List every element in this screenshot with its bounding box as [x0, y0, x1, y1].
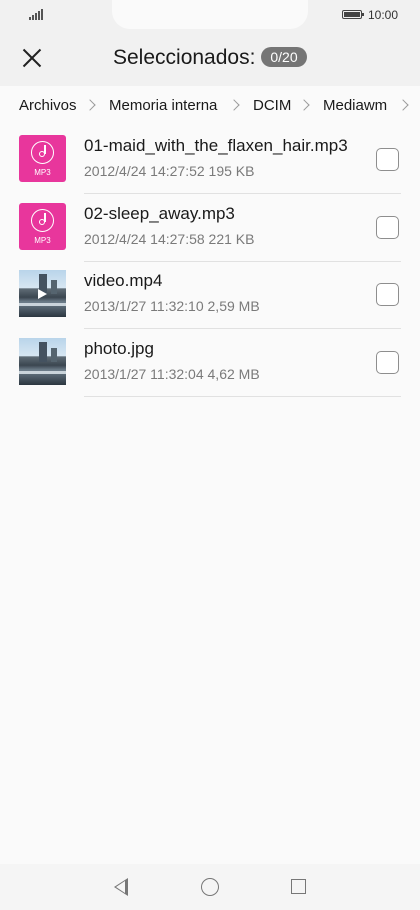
music-file-icon: MP3 [19, 135, 66, 182]
image-thumbnail [19, 338, 66, 385]
chevron-right-icon [397, 99, 409, 111]
file-meta: 2013/1/27 11:32:10 2,59 MB [84, 298, 260, 314]
divider [84, 396, 401, 397]
breadcrumb-item-archivos[interactable]: Archivos [19, 97, 77, 114]
file-row[interactable]: MP3 01-maid_with_the_flaxen_hair.mp3 201… [0, 135, 420, 203]
battery-icon [342, 10, 364, 19]
close-icon[interactable] [18, 44, 46, 72]
file-name: 01-maid_with_the_flaxen_hair.mp3 [84, 136, 348, 155]
file-meta: 2012/4/24 14:27:52 195 KB [84, 163, 255, 179]
file-name: 02-sleep_away.mp3 [84, 204, 235, 223]
circle-home-icon[interactable] [201, 878, 219, 896]
file-type-label: MP3 [34, 236, 51, 245]
file-row[interactable]: MP3 02-sleep_away.mp3 2012/4/24 14:27:58… [0, 203, 420, 271]
breadcrumb: Archivos Memoria interna DCIM Mediawm [0, 86, 420, 124]
selection-count-badge: 0/20 [261, 47, 307, 67]
display-notch [112, 0, 308, 29]
triangle-back-icon[interactable] [114, 878, 128, 896]
system-navigation-bar [0, 864, 420, 910]
video-thumbnail [19, 270, 66, 317]
breadcrumb-item-mediawm[interactable]: Mediawm [323, 97, 387, 114]
select-checkbox[interactable] [376, 283, 399, 306]
chevron-right-icon [84, 99, 96, 111]
square-recents-icon[interactable] [291, 879, 306, 894]
breadcrumb-item-dcim[interactable]: DCIM [253, 97, 291, 114]
status-time: 10:00 [368, 8, 399, 22]
divider [84, 261, 401, 262]
breadcrumb-item-memoria-interna[interactable]: Memoria interna [109, 97, 217, 114]
selection-app-bar: Seleccionados: 0/20 [0, 30, 420, 86]
file-type-label: MP3 [34, 168, 51, 177]
chevron-right-icon [298, 99, 310, 111]
select-checkbox[interactable] [376, 351, 399, 374]
select-checkbox[interactable] [376, 148, 399, 171]
select-checkbox[interactable] [376, 216, 399, 239]
divider [84, 328, 401, 329]
music-file-icon: MP3 [19, 203, 66, 250]
file-row[interactable]: video.mp4 2013/1/27 11:32:10 2,59 MB [0, 270, 420, 338]
file-name: photo.jpg [84, 339, 154, 358]
signal-strength-icon [29, 9, 43, 20]
divider [84, 193, 401, 194]
play-icon [38, 289, 47, 299]
file-meta: 2013/1/27 11:32:04 4,62 MB [84, 366, 260, 382]
file-row[interactable]: photo.jpg 2013/1/27 11:32:04 4,62 MB [0, 338, 420, 406]
file-name: video.mp4 [84, 271, 163, 290]
file-meta: 2012/4/24 14:27:58 221 KB [84, 231, 255, 247]
chevron-right-icon [228, 99, 240, 111]
page-title: Seleccionados: [113, 46, 256, 69]
status-bar: 10:00 [0, 0, 420, 30]
